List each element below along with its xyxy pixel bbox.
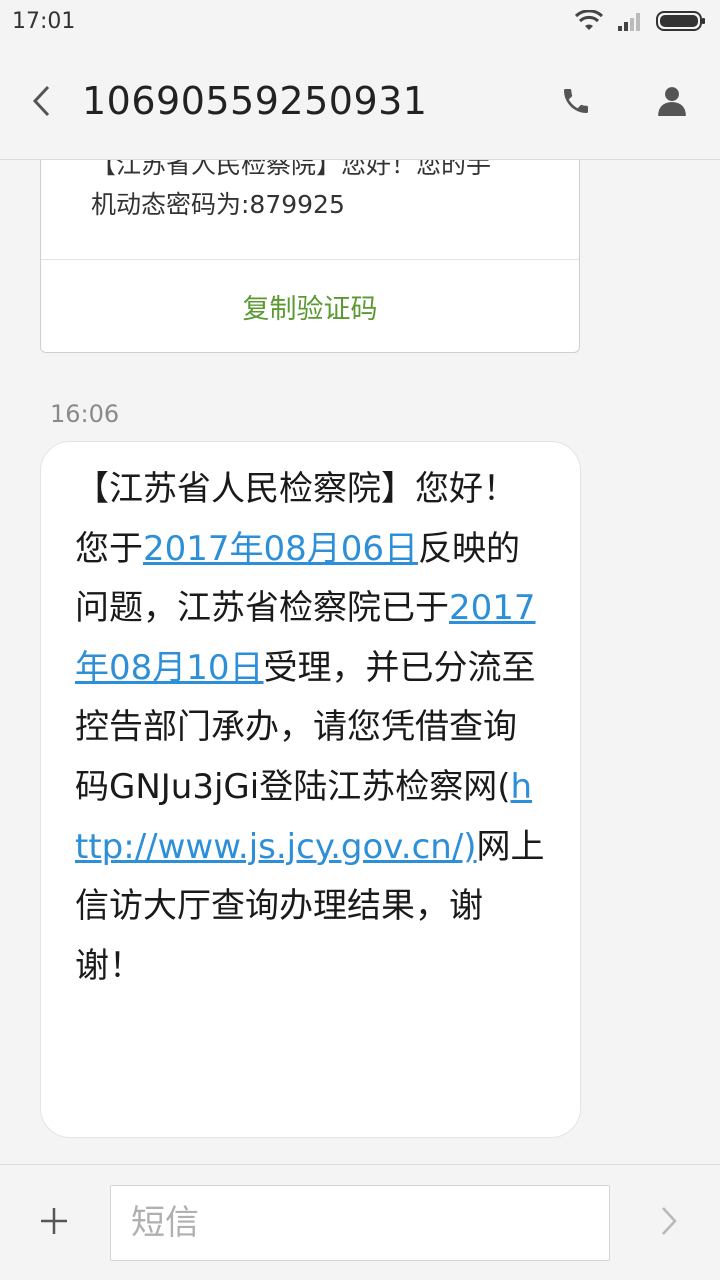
attach-button[interactable] [20, 1187, 88, 1255]
previous-message-line2: 机动态密码为:879925 [91, 190, 345, 219]
send-button[interactable] [638, 1187, 700, 1255]
status-icons [574, 10, 706, 32]
plus-icon [41, 1208, 67, 1234]
person-icon [658, 86, 686, 116]
chevron-left-icon [32, 85, 50, 116]
sms-input[interactable] [110, 1185, 610, 1261]
compose-bar [0, 1164, 720, 1280]
back-button[interactable] [0, 42, 82, 160]
battery-icon [656, 11, 705, 31]
message-timestamp: 16:06 [50, 400, 120, 428]
wifi-icon [574, 10, 604, 30]
previous-message-line1: 【江苏省人民检察院】您好！您的手 [91, 160, 492, 179]
signal-icon [618, 13, 640, 31]
conversation-header: 10690559250931 [0, 42, 720, 160]
copy-code-button[interactable]: 复制验证码 [41, 260, 579, 353]
previous-message-text: 【江苏省人民检察院】您好！您的手 机动态密码为:879925 [91, 160, 551, 225]
contact-title: 10690559250931 [82, 78, 428, 123]
status-time: 17:01 [12, 8, 76, 34]
previous-message-card: 【江苏省人民检察院】您好！您的手 机动态密码为:879925 复制验证码 [40, 160, 580, 353]
message-bubble[interactable]: 【江苏省人民检察院】您好！您于2017年08月06日反映的问题，江苏省检察院已于… [40, 441, 581, 1138]
contact-button[interactable] [624, 42, 720, 160]
message-list[interactable]: 【江苏省人民检察院】您好！您的手 机动态密码为:879925 复制验证码 16:… [0, 160, 720, 1164]
message-body: 【江苏省人民检察院】您好！您于2017年08月06日反映的问题，江苏省检察院已于… [75, 460, 545, 996]
phone-icon [564, 88, 588, 113]
status-bar: 17:01 [0, 0, 720, 42]
call-button[interactable] [528, 42, 624, 160]
date-link[interactable]: 2017年08月06日 [143, 529, 418, 569]
chevron-right-icon [662, 1207, 677, 1235]
